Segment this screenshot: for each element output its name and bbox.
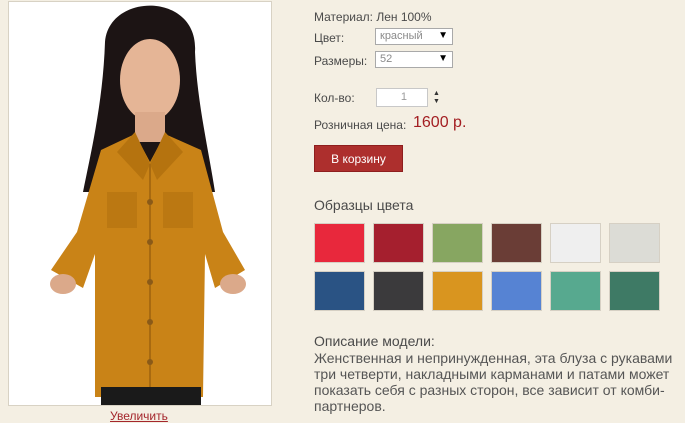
- product-photo[interactable]: [8, 1, 272, 406]
- size-label: Размеры:: [314, 54, 368, 68]
- decrement-icon[interactable]: ▼: [433, 98, 440, 105]
- color-select-value: красный: [380, 30, 423, 42]
- zoom-link[interactable]: Увеличить: [110, 409, 168, 423]
- color-swatch[interactable]: [373, 223, 424, 263]
- swatches-title: Образцы цвета: [314, 197, 414, 213]
- color-select[interactable]: красный ▼: [375, 28, 453, 45]
- material-label: Материал:: [314, 10, 373, 24]
- color-swatch[interactable]: [609, 271, 660, 311]
- model-image: [9, 2, 271, 405]
- increment-icon[interactable]: ▲: [433, 90, 440, 97]
- price-value: 1600 р.: [413, 114, 467, 131]
- description-title: Описание модели:: [314, 333, 435, 349]
- add-to-cart-button[interactable]: В корзину: [314, 145, 403, 172]
- chevron-down-icon: ▼: [438, 30, 448, 41]
- color-swatch[interactable]: [432, 223, 483, 263]
- qty-label: Кол-во:: [314, 91, 355, 105]
- color-swatch[interactable]: [314, 271, 365, 311]
- description-text: Женственная и непринужденная, эта блуза …: [314, 350, 673, 414]
- color-swatch[interactable]: [314, 223, 365, 263]
- color-swatch[interactable]: [373, 271, 424, 311]
- price-label: Розничная цена:: [314, 118, 407, 132]
- color-swatch[interactable]: [550, 223, 601, 263]
- color-swatch[interactable]: [432, 271, 483, 311]
- size-select-value: 52: [380, 53, 393, 65]
- color-swatch[interactable]: [491, 271, 542, 311]
- material-value: Лен 100%: [376, 10, 432, 24]
- size-select[interactable]: 52 ▼: [375, 51, 453, 68]
- color-label: Цвет:: [314, 31, 345, 45]
- chevron-down-icon: ▼: [438, 53, 448, 64]
- quantity-input[interactable]: 1: [376, 88, 428, 107]
- color-swatch[interactable]: [550, 271, 601, 311]
- material-text: Материал: Лен 100%: [314, 10, 432, 24]
- color-swatch[interactable]: [491, 223, 542, 263]
- color-swatch[interactable]: [609, 223, 660, 263]
